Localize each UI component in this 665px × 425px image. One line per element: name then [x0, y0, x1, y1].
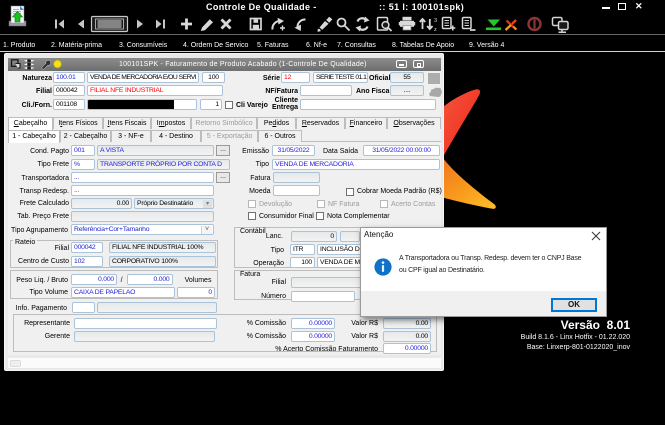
svg-text:z: z [434, 27, 437, 33]
svg-text:3: 3 [434, 18, 437, 24]
